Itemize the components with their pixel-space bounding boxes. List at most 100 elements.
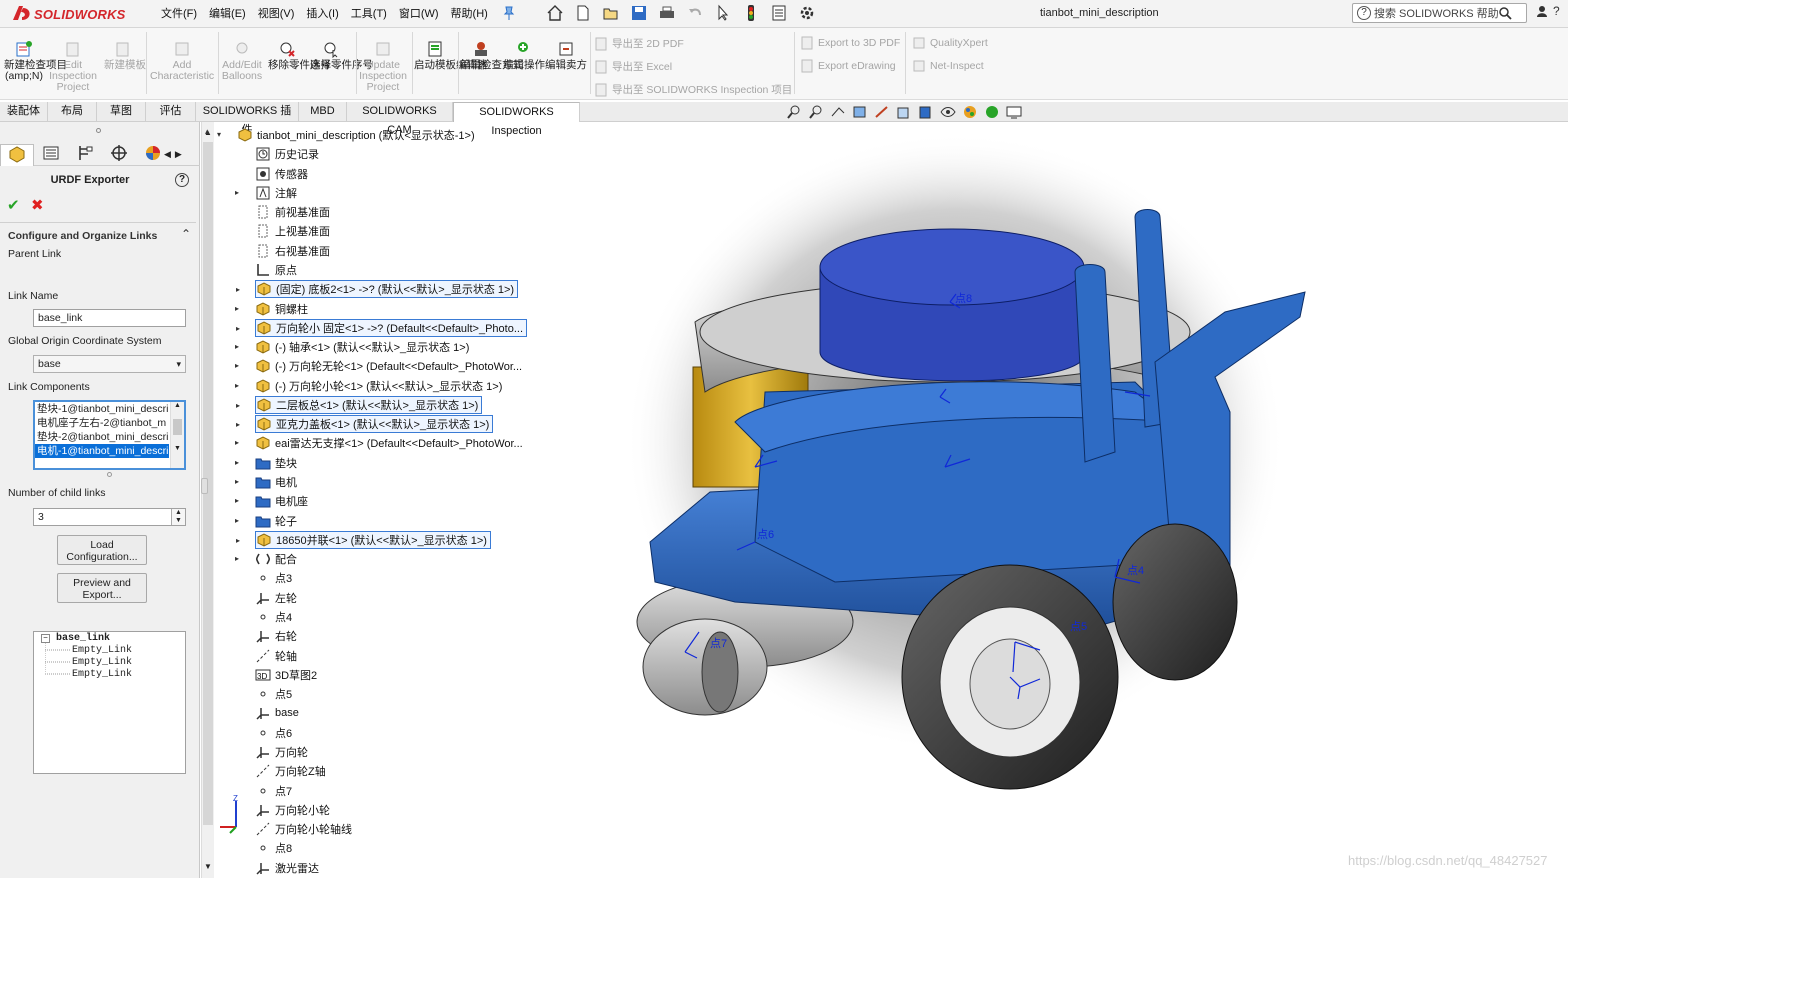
user-icon[interactable] <box>1535 4 1549 21</box>
tab-feature-manager[interactable] <box>0 143 34 166</box>
tab-evaluate[interactable]: 评估 <box>146 102 196 122</box>
tree-node[interactable]: 点8 <box>255 839 292 857</box>
dynamic-annotation-icon[interactable] <box>873 104 891 120</box>
tree-node[interactable]: 激光雷达 <box>255 859 319 877</box>
expand-arrow-icon[interactable]: ▸ <box>235 381 239 390</box>
edit-operation-button[interactable]: 编辑操作 <box>503 40 545 71</box>
menu-edit[interactable]: 编辑(E) <box>203 6 252 22</box>
tree-node[interactable]: 点3 <box>255 569 292 587</box>
tree-node[interactable]: ▸ 二层板总<1> (默认<<默认>_显示状态 1>) <box>236 395 483 414</box>
collapse-chevron-icon[interactable]: ⌃ <box>181 227 191 241</box>
export-edrawing-button[interactable]: Export eDrawing <box>800 59 896 73</box>
traffic-light-icon[interactable] <box>742 4 760 22</box>
tree-node[interactable]: 左轮 <box>255 589 297 607</box>
graphics-area[interactable]: 点8 点6 点7 点4 点5 <box>615 122 1568 878</box>
stepper-arrows[interactable]: ▲ ▼ <box>171 509 185 525</box>
tab-property-manager[interactable] <box>34 144 68 166</box>
tree-node[interactable]: 传感器 <box>255 165 308 183</box>
tree-node[interactable]: 万向轮Z轴 <box>255 762 326 780</box>
tree-node[interactable]: ▸ 垫块 <box>235 454 297 472</box>
tree-collapse-icon[interactable]: − <box>41 634 50 643</box>
export-excel-button[interactable]: 导出至 Excel <box>594 59 672 74</box>
save-icon[interactable] <box>630 4 648 22</box>
tab-sketch[interactable]: 草图 <box>97 102 146 122</box>
display-style-icon[interactable] <box>917 104 935 120</box>
expand-arrow-icon[interactable]: ▸ <box>236 401 240 410</box>
home-icon[interactable] <box>546 4 564 22</box>
panel-splitter-handle[interactable] <box>201 478 208 494</box>
hide-show-items-icon[interactable] <box>939 104 957 120</box>
menu-insert[interactable]: 插入(I) <box>300 6 344 22</box>
scroll-up-icon[interactable]: ▲ <box>171 402 184 409</box>
solidworks-logo[interactable]: SOLIDWORKS <box>10 3 135 25</box>
scroll-down-icon[interactable]: ▼ <box>204 862 212 871</box>
tree-node[interactable]: ▸ (固定) 底板2<1> ->? (默认<<默认>_显示状态 1>) <box>236 280 519 299</box>
scroll-down-icon[interactable]: ▼ <box>171 445 184 452</box>
file-properties-icon[interactable] <box>770 4 788 22</box>
menu-file[interactable]: 文件(F) <box>155 6 203 22</box>
tree-node[interactable]: 历史记录 <box>255 145 319 163</box>
expand-arrow-icon[interactable]: ▸ <box>236 420 240 429</box>
tab-configuration-manager[interactable] <box>68 144 102 166</box>
help-icon[interactable]: ? <box>175 173 189 187</box>
tab-cam[interactable]: SOLIDWORKS CAM <box>347 102 453 136</box>
export-inspection-project-button[interactable]: 导出至 SOLIDWORKS Inspection 项目 <box>594 82 792 97</box>
new-template-button[interactable]: 新建模板 <box>104 40 146 71</box>
tree-node[interactable]: 前视基准面 <box>255 203 330 221</box>
link-components-list[interactable]: 垫块-1@tianbot_mini_descrip 电机座子左右-2@tianb… <box>33 400 186 470</box>
expand-arrow-icon[interactable]: ▸ <box>235 438 239 447</box>
expand-arrow-icon[interactable]: ▸ <box>235 496 239 505</box>
menu-window[interactable]: 窗口(W) <box>393 6 445 22</box>
expand-arrow-icon[interactable]: ▸ <box>236 324 240 333</box>
net-inspect-button[interactable]: Net-Inspect <box>912 59 984 73</box>
expand-arrow-icon[interactable]: ▸ <box>235 188 239 197</box>
add-characteristic-button[interactable]: Add Characteristic <box>150 40 214 82</box>
load-configuration-button[interactable]: Load Configuration... <box>57 535 147 565</box>
tree-node[interactable]: 点7 <box>255 782 292 800</box>
tree-node[interactable]: ▸ 轮子 <box>235 512 297 530</box>
export-2d-pdf-button[interactable]: 导出至 2D PDF <box>594 36 684 51</box>
zoom-to-fit-icon[interactable] <box>785 104 803 120</box>
list-item[interactable]: 电机座子左右-2@tianbot_m <box>35 416 169 430</box>
tree-node[interactable]: ▸ 配合 <box>235 550 297 568</box>
expand-arrow-icon[interactable]: ▸ <box>235 342 239 351</box>
child-links-stepper[interactable]: 3 ▲ ▼ <box>33 508 186 526</box>
tree-node[interactable]: ▸ 电机 <box>235 473 297 491</box>
tree-node[interactable]: ▸ 铜螺柱 <box>235 300 308 318</box>
list-scrollbar[interactable]: ▲ ▼ <box>170 402 184 468</box>
section-view-icon[interactable] <box>851 104 869 120</box>
tree-scroll-up-icon[interactable]: ▴ <box>205 126 210 137</box>
select-arrow-icon[interactable] <box>714 4 732 22</box>
scroll-right-icon[interactable]: ▶ <box>175 149 182 160</box>
new-inspection-project-button[interactable]: 新建检查项目 (amp;N) <box>4 40 67 82</box>
tree-node[interactable]: ▸ 注解 <box>235 184 297 202</box>
tree-node[interactable]: ▸ (-) 轴承<1> (默认<<默认>_显示状态 1>) <box>235 338 469 356</box>
tree-node[interactable]: ▸ 18650并联<1> (默认<<默认>_显示状态 1>) <box>236 530 491 549</box>
tree-node[interactable]: 点5 <box>255 685 292 703</box>
new-document-icon[interactable] <box>574 4 592 22</box>
tree-node[interactable]: ▸ (-) 万向轮小轮<1> (默认<<默认>_显示状态 1>) <box>235 377 502 395</box>
robot-model-view[interactable]: 点8 点6 点7 点4 点5 <box>615 122 1568 878</box>
tree-node[interactable]: 原点 <box>255 261 297 279</box>
select-balloon-button[interactable]: 选择零件序号 <box>310 40 373 71</box>
tree-node[interactable]: ▸ (-) 万向轮无轮<1> (Default<<Default>_PhotoWo… <box>235 357 522 375</box>
tree-node[interactable]: ▾ tianbot_mini_description (默认<显示状态-1>) <box>217 126 475 144</box>
scroll-thumb[interactable] <box>173 419 182 435</box>
view-orientation-icon[interactable] <box>895 104 913 120</box>
menu-view[interactable]: 视图(V) <box>252 6 301 22</box>
tree-node[interactable]: 上视基准面 <box>255 222 330 240</box>
help-question-icon[interactable]: ? <box>1553 4 1560 21</box>
tree-node[interactable]: ▸ eai雷达无支撑<1> (Default<<Default>_PhotoWor… <box>235 434 523 452</box>
tree-node[interactable]: ▸ 亚克力盖板<1> (默认<<默认>_显示状态 1>) <box>236 415 494 434</box>
export-3d-pdf-button[interactable]: Export to 3D PDF <box>800 36 900 50</box>
expand-arrow-icon[interactable]: ▸ <box>235 304 239 313</box>
expand-arrow-icon[interactable]: ▸ <box>235 477 239 486</box>
tree-node[interactable]: 轮轴 <box>255 647 297 665</box>
tree-node[interactable]: 3D 3D草图2 <box>255 666 317 684</box>
feature-tree-scrollbar[interactable]: ▲ ▼ <box>201 122 214 878</box>
expand-arrow-icon[interactable]: ▸ <box>235 458 239 467</box>
list-item[interactable]: 垫块-2@tianbot_mini_descrip <box>35 430 169 444</box>
edit-inspection-project-button[interactable]: Edit Inspection Project <box>46 40 100 93</box>
apply-scene-icon[interactable] <box>983 104 1001 120</box>
cancel-x-icon[interactable]: ✖ <box>31 196 44 214</box>
